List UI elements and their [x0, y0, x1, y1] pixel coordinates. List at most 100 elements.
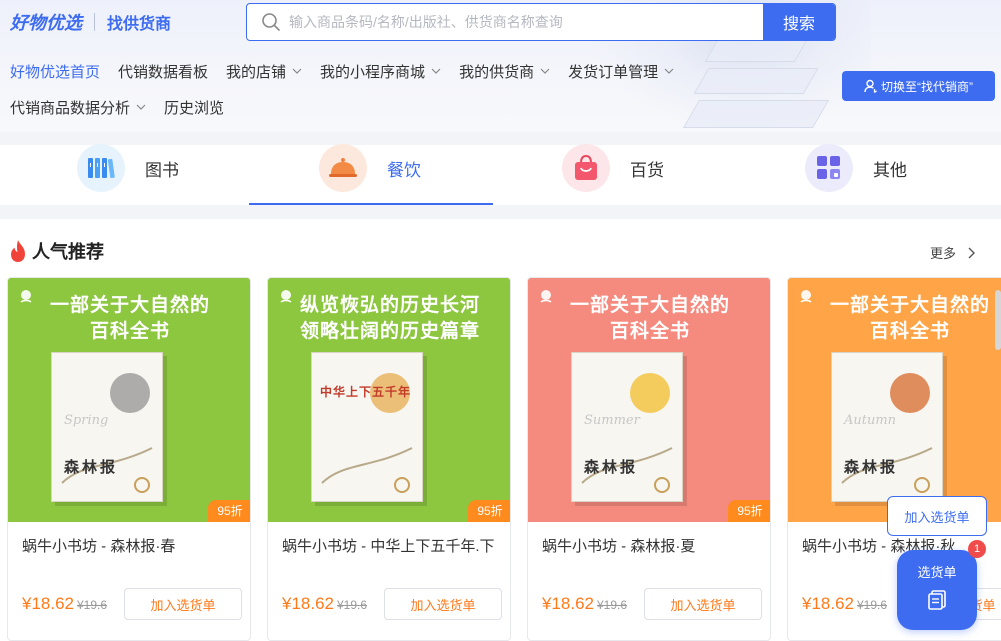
- nav-item-label: 我的店铺: [226, 63, 287, 81]
- active-category-underline: [249, 203, 493, 205]
- category-bar: 图书 餐饮 百货 其他: [0, 144, 1001, 205]
- logo-divider: [94, 13, 95, 31]
- category-label: 图书: [145, 160, 179, 180]
- more-link[interactable]: 更多: [930, 243, 976, 262]
- cover-headline: 一部关于大自然的 百科全书: [788, 292, 1001, 344]
- book-art: [321, 373, 413, 493]
- product-cover-image: 一部关于大自然的 百科全书 Spring 森林报 95折: [8, 278, 250, 522]
- cover-headline-line1: 一部关于大自然的: [49, 294, 210, 316]
- add-to-list-button[interactable]: 加入选货单: [124, 588, 242, 620]
- original-price: ¥19.6: [337, 598, 368, 612]
- product-card[interactable]: 一部关于大自然的 百科全书 Summer 森林报 95折 蜗牛小书坊 - 森林报…: [527, 277, 771, 641]
- book-illustration: 中华上下五千年: [311, 352, 423, 502]
- price-row: ¥18.62 ¥19.6: [802, 594, 887, 614]
- cover-headline: 一部关于大自然的 百科全书: [528, 292, 770, 344]
- nav-item-label: 我的小程序商城: [320, 63, 426, 81]
- chevron-down-icon: [664, 68, 674, 74]
- switch-button-label: 切换至“找代销商”: [881, 79, 973, 94]
- floating-add-to-list-button[interactable]: 加入选货单: [887, 496, 987, 536]
- add-to-list-button[interactable]: 加入选货单: [384, 588, 502, 620]
- product-cover-image: 一部关于大自然的 百科全书 Summer 森林报 95折: [528, 278, 770, 522]
- shopping-bag-icon: [562, 144, 610, 192]
- section-title: 人气推荐: [8, 238, 104, 264]
- search-box: 搜索: [246, 3, 836, 41]
- nav-item-label: 代销商品数据分析: [10, 99, 131, 117]
- product-card[interactable]: 一部关于大自然的 百科全书 Spring 森林报 95折 蜗牛小书坊 - 森林报…: [7, 277, 251, 641]
- discount-badge: 95折: [468, 500, 510, 522]
- nav-item[interactable]: 我的小程序商城: [320, 61, 441, 82]
- product-name: 蜗牛小书坊 - 森林报·夏: [542, 538, 696, 555]
- nav-item-label: 我的供货商: [459, 63, 535, 81]
- category-books[interactable]: 图书: [77, 144, 179, 205]
- price: ¥18.62: [22, 594, 74, 613]
- book-illustration: Autumn 森林报: [831, 352, 943, 502]
- book-illustration: Spring 森林报: [51, 352, 163, 502]
- category-label: 百货: [630, 160, 664, 180]
- product-card[interactable]: 纵览恢弘的历史长河 领略壮阔的历史篇章 中华上下五千年 95折 蜗牛小书坊 - …: [267, 277, 511, 641]
- selection-list-label: 选货单: [917, 565, 957, 580]
- chevron-down-icon: [431, 68, 441, 74]
- add-to-list-button[interactable]: 加入选货单: [644, 588, 762, 620]
- discount-badge: 95折: [728, 500, 770, 522]
- selection-list-button[interactable]: 选货单: [897, 550, 977, 630]
- price-row: ¥18.62 ¥19.6: [22, 594, 107, 614]
- cover-headline-line1: 一部关于大自然的: [569, 294, 730, 316]
- chevron-right-icon: [968, 247, 976, 258]
- nav-item[interactable]: 发货订单管理: [568, 61, 674, 82]
- nav-item[interactable]: 我的店铺: [226, 61, 302, 82]
- book-art: [61, 373, 153, 493]
- original-price: ¥19.6: [597, 598, 628, 612]
- cover-headline-line2: 百科全书: [609, 320, 690, 342]
- cover-headline-line1: 一部关于大自然的: [829, 294, 990, 316]
- grid-apps-icon: [805, 144, 853, 192]
- category-food[interactable]: 餐饮: [319, 144, 421, 205]
- category-other[interactable]: 其他: [805, 144, 907, 205]
- nav-item-label: 发货订单管理: [568, 63, 659, 81]
- switch-to-distributor-button[interactable]: 切换至“找代销商”: [842, 71, 995, 101]
- search-button[interactable]: 搜索: [763, 4, 835, 40]
- cover-headline: 纵览恢弘的历史长河 领略壮阔的历史篇章: [268, 292, 510, 344]
- logo-main-text: 好物优选: [10, 13, 82, 34]
- nav-item-label: 历史浏览: [164, 99, 225, 117]
- price-row: ¥18.62 ¥19.6: [282, 594, 367, 614]
- document-list-icon: [928, 590, 946, 610]
- price: ¥18.62: [802, 594, 854, 613]
- book-title: 森林报: [64, 458, 119, 476]
- books-icon: [77, 144, 125, 192]
- cover-headline-line2: 百科全书: [869, 320, 950, 342]
- category-general-goods[interactable]: 百货: [562, 144, 664, 205]
- more-label: 更多: [930, 246, 957, 261]
- header: 好物优选 找供货商 搜索 好物优选首页代销数据看板我的店铺 我的小程序商城 我的供货…: [0, 0, 1001, 132]
- nav-item[interactable]: 我的供货商: [459, 61, 550, 82]
- price-row: ¥18.62 ¥19.6: [542, 594, 627, 614]
- product-cover-image: 纵览恢弘的历史长河 领略壮阔的历史篇章 中华上下五千年 95折: [268, 278, 510, 522]
- cover-headline: 一部关于大自然的 百科全书: [8, 292, 250, 344]
- chevron-down-icon: [136, 104, 146, 110]
- original-price: ¥19.6: [77, 598, 108, 612]
- popular-section: 人气推荐 更多 一部关于大自然的 百科全书 Spring 森林报 95折 蜗牛小…: [0, 219, 1001, 641]
- book-art: [841, 373, 933, 493]
- nav-item[interactable]: 历史浏览: [164, 97, 224, 118]
- logo[interactable]: 好物优选 找供货商: [10, 9, 171, 35]
- product-cover-image: 一部关于大自然的 百科全书 Autumn 森林报: [788, 278, 1001, 522]
- nav-item[interactable]: 代销商品数据分析: [10, 97, 146, 118]
- product-name: 蜗牛小书坊 - 中华上下五千年.下: [282, 538, 495, 555]
- scrollbar[interactable]: [995, 290, 1001, 350]
- product-name: 蜗牛小书坊 - 森林报·春: [22, 538, 176, 555]
- book-title: 森林报: [844, 458, 899, 476]
- book-illustration: Summer 森林报: [571, 352, 683, 502]
- price: ¥18.62: [282, 594, 334, 613]
- nav-item[interactable]: 代销数据看板: [118, 61, 208, 82]
- selection-count-badge: 1: [968, 540, 986, 558]
- flame-icon: [11, 240, 25, 262]
- cover-headline-line1: 纵览恢弘的历史长河: [299, 294, 480, 316]
- category-label: 其他: [873, 160, 907, 180]
- original-price: ¥19.6: [857, 598, 888, 612]
- nav-item[interactable]: 好物优选首页: [10, 61, 100, 82]
- search-input[interactable]: [289, 4, 763, 40]
- main-nav-row-1: 好物优选首页 代销数据看板 我的店铺 我的小程序商城 我的供货商 发货订单管理: [10, 61, 692, 81]
- book-title: 中华上下五千年: [320, 385, 412, 399]
- logo-sub-text: 找供货商: [107, 14, 172, 33]
- user-switch-icon: [864, 79, 877, 93]
- book-art: [581, 373, 673, 493]
